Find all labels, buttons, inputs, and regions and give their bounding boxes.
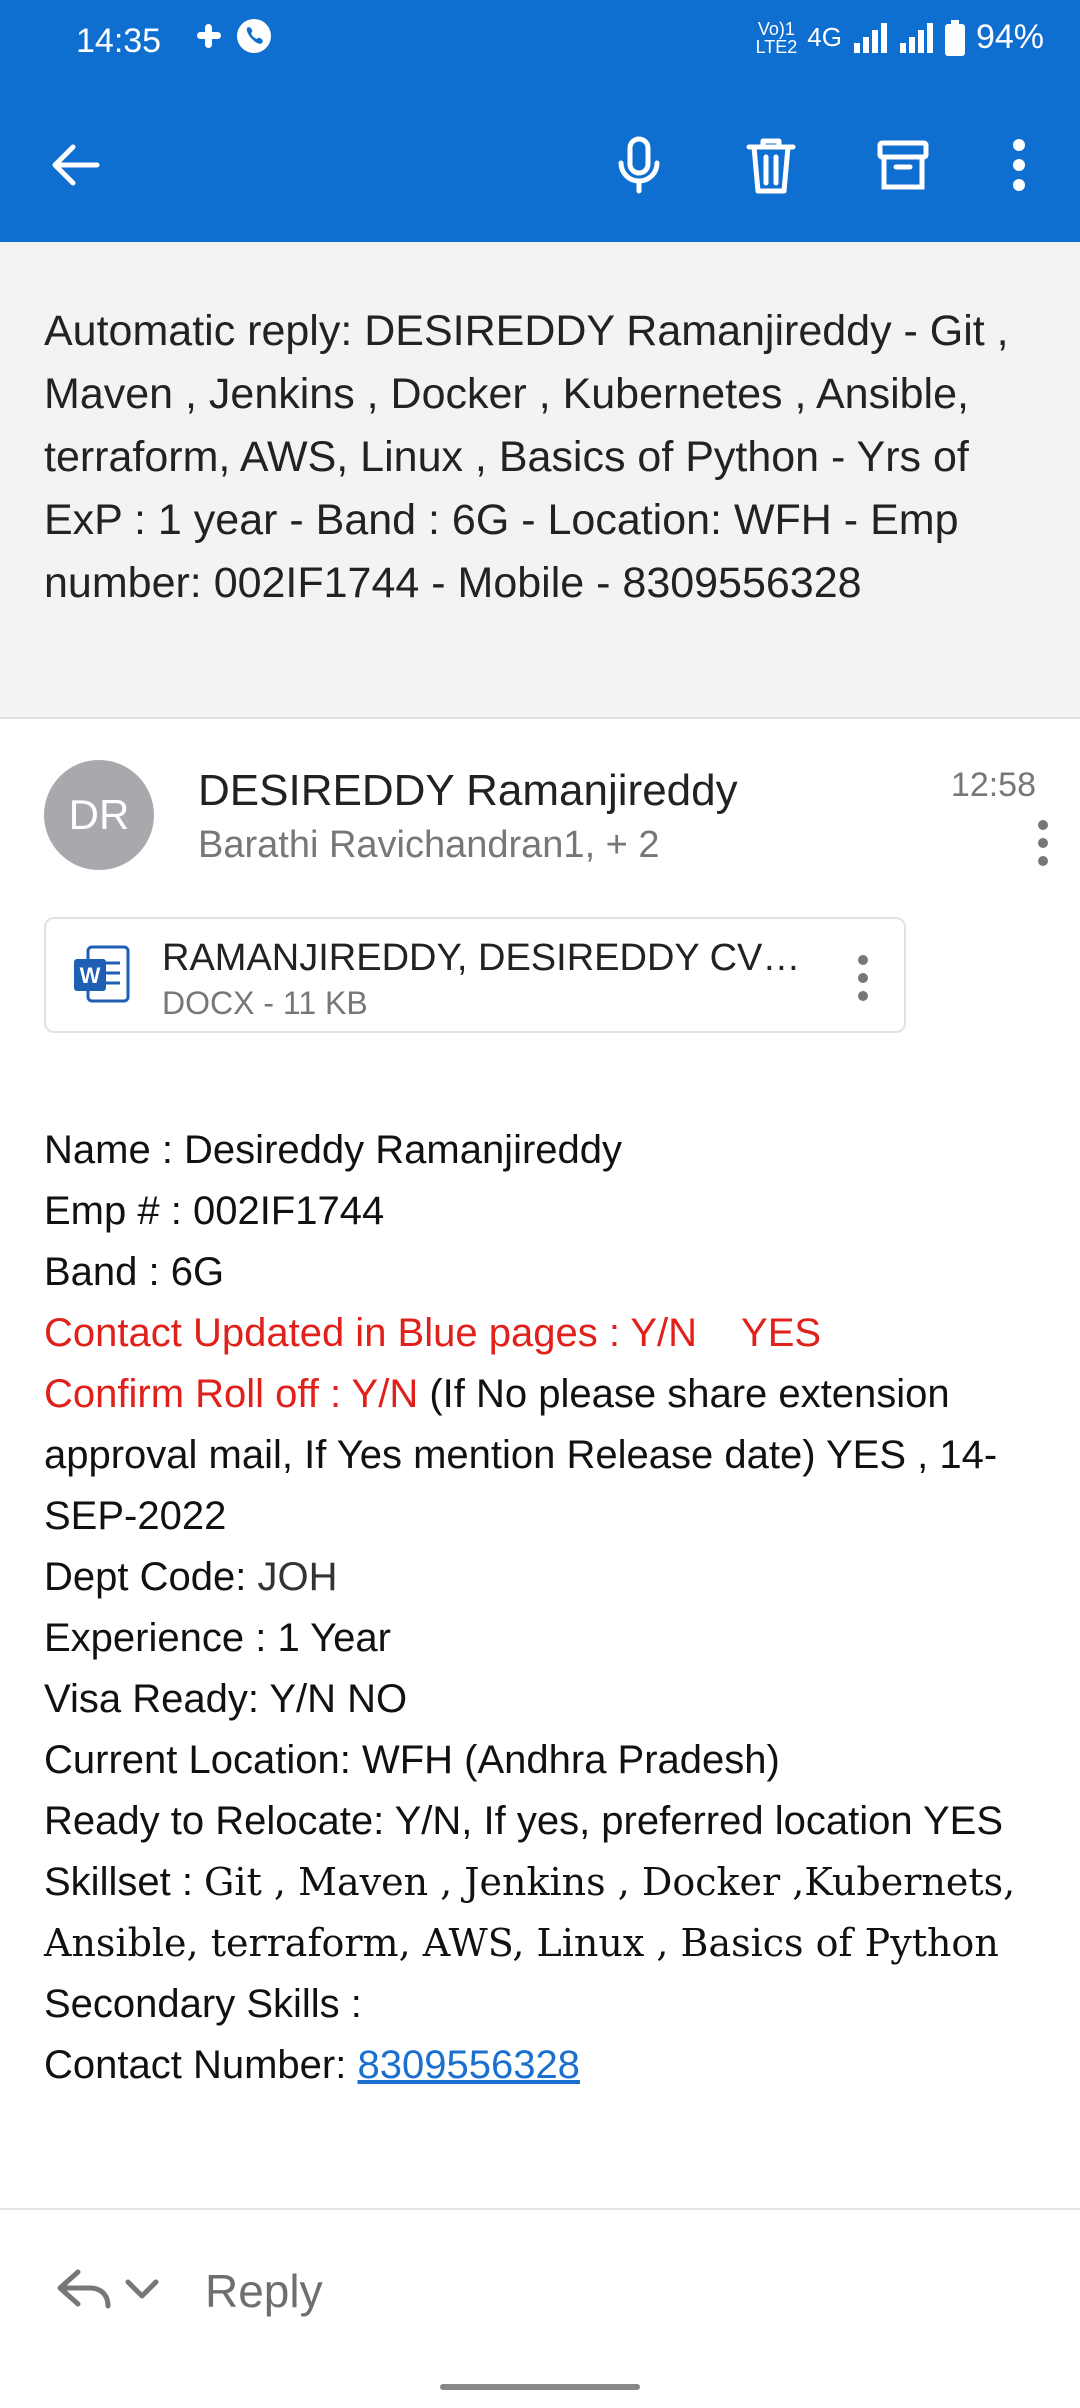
experience-line: Experience : 1 Year — [44, 1608, 1044, 1669]
secondary-skills-line: Secondary Skills : — [44, 1982, 362, 2026]
back-button[interactable] — [40, 130, 110, 200]
attachment-card[interactable]: W RAMANJIREDDY, DESIREDDY CV… DOCX - 11 … — [44, 917, 906, 1033]
location-line: Current Location: WFH (Andhra Pradesh) — [44, 1738, 780, 1782]
archive-icon — [877, 140, 929, 190]
band-line: Band : 6G — [44, 1242, 1044, 1303]
name-label: Name : — [44, 1128, 185, 1172]
skillset-label: Skillset : — [44, 1860, 205, 1904]
dot — [1038, 856, 1048, 866]
visa-line: Visa Ready: Y/N NO — [44, 1677, 408, 1721]
phone-call-icon — [237, 19, 271, 53]
contact-updated-label: Contact Updated in Blue pages : Y/N — [44, 1311, 698, 1355]
volte-indicator: Vo)1 LTE2 — [756, 20, 798, 56]
status-time: 14:35 — [76, 22, 162, 60]
back-arrow-icon — [52, 144, 100, 186]
avatar[interactable]: DR — [44, 760, 154, 870]
email-subject: Automatic reply: DESIREDDY Ramanjireddy … — [44, 307, 1009, 607]
slack-icon — [197, 24, 221, 48]
delete-icon — [746, 138, 796, 194]
network-type: 4G — [807, 22, 842, 52]
emp-value: 002IF1744 — [192, 1189, 385, 1233]
experience-value: 1 Year — [277, 1616, 391, 1660]
status-notification-icons — [192, 18, 272, 54]
signal-icon — [853, 22, 887, 53]
reply-bar — [0, 2210, 1080, 2408]
volte-bottom: LTE2 — [755, 36, 798, 57]
reply-icon[interactable] — [54, 2264, 114, 2314]
battery-icon — [944, 19, 965, 56]
attachment-name: RAMANJIREDDY, DESIREDDY CV… — [162, 937, 801, 979]
name-line: Name : Desireddy Ramanjireddy — [44, 1120, 1044, 1181]
microphone-icon — [618, 136, 660, 194]
phone-link[interactable]: 8309556328 — [357, 2043, 579, 2087]
dot — [1038, 820, 1048, 830]
band-value: 6G — [170, 1250, 225, 1294]
contact-updated-value: YES — [741, 1311, 822, 1355]
home-indicator[interactable] — [440, 2384, 640, 2390]
status-system-icons: Vo)1 LTE2 4G 94% — [756, 18, 1044, 57]
chevron-down-icon[interactable] — [124, 2274, 160, 2304]
contact-number-line: Contact Number: 8309556328 — [44, 2035, 1044, 2096]
signal-icon-2 — [899, 22, 933, 53]
email-body: Name : Desireddy Ramanjireddy Emp # : 00… — [44, 1120, 1044, 2096]
contact-number-label: Contact Number: — [44, 2043, 358, 2087]
svg-text:W: W — [80, 963, 101, 988]
reply-button[interactable]: Reply — [205, 2264, 323, 2318]
contact-updated-line: Contact Updated in Blue pages : Y/N YES — [44, 1303, 1044, 1364]
battery-level: 94% — [975, 18, 1044, 56]
experience-label: Experience : — [44, 1616, 278, 1660]
skillset-line: Skillset : Git , Maven , Jenkins , Docke… — [44, 1852, 1044, 1974]
archive-button[interactable] — [868, 130, 938, 200]
volte-top: Vo)1 — [757, 18, 795, 39]
voice-button[interactable] — [604, 130, 674, 200]
message-more-button[interactable] — [1038, 820, 1048, 866]
emp-line: Emp # : 002IF1744 — [44, 1181, 1044, 1242]
dept-value: JOH — [257, 1555, 338, 1599]
delete-button[interactable] — [736, 130, 806, 200]
recipients[interactable]: Barathi Ravichandran1, + 2 — [198, 824, 660, 867]
sender-name[interactable]: DESIREDDY Ramanjireddy — [198, 766, 738, 816]
top-app-bar: 14:35 Vo)1 LTE2 4G 94% — [0, 0, 1080, 242]
rolloff-line: Confirm Roll off : Y/N (If No please sha… — [44, 1364, 1044, 1547]
attachment-more-button[interactable] — [858, 955, 868, 1001]
name-value: Desireddy Ramanjireddy — [184, 1128, 623, 1172]
message-time: 12:58 — [950, 766, 1036, 804]
dot — [858, 973, 868, 983]
band-label: Band : — [44, 1250, 171, 1294]
dept-label: Dept Code: — [44, 1555, 258, 1599]
dot — [1038, 838, 1048, 848]
rolloff-label: Confirm Roll off : Y/N — [44, 1372, 419, 1416]
dot — [858, 955, 868, 965]
relocate-line: Ready to Relocate: Y/N, If yes, preferre… — [44, 1799, 1004, 1843]
more-options-button[interactable] — [984, 130, 1054, 200]
attachment-meta: DOCX - 11 KB — [162, 985, 368, 1021]
dept-line: Dept Code: JOH — [44, 1547, 1044, 1608]
dot — [858, 991, 868, 1001]
word-document-icon: W — [74, 945, 130, 1003]
emp-label: Emp # : — [44, 1189, 193, 1233]
more-options-icon — [1013, 139, 1025, 191]
